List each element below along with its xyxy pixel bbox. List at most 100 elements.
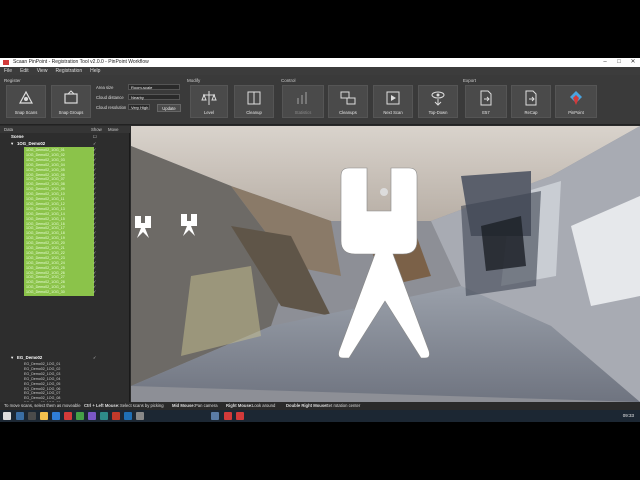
status-ctrl-left-action: Select scans by picking	[120, 403, 164, 408]
column-show: Show	[91, 127, 102, 132]
area-size-select[interactable]: Room-scale	[128, 84, 180, 90]
scan-item[interactable]: 1OG_Demo02_1OG_19	[26, 236, 65, 240]
edge-icon[interactable]	[52, 412, 60, 420]
scan-item[interactable]: 1OG_Demo02_1OG_24	[26, 261, 65, 265]
scan-item[interactable]: EG_Demo02_1OG_06	[24, 387, 60, 391]
scan-item[interactable]: 1OG_Demo02_1OG_20	[26, 241, 65, 245]
app-taskbar-icon[interactable]	[236, 412, 244, 420]
pointcloud-viewport[interactable]	[131, 126, 640, 402]
scan-item[interactable]: 1OG_Demo02_1OG_09	[26, 187, 65, 191]
scan-item[interactable]: 1OG_Demo02_1OG_04	[26, 163, 65, 167]
scan-item[interactable]: 1OG_Demo02_1OG_18	[26, 231, 65, 235]
scan-item[interactable]: 1OG_Demo02_1OG_29	[26, 285, 65, 289]
tree-scene[interactable]: Scene	[11, 134, 24, 139]
cloud-resolution-select[interactable]: Very High	[128, 104, 150, 110]
scan-item[interactable]: 1OG_Demo02_1OG_02	[26, 153, 65, 157]
scan-item[interactable]: 1OG_Demo02_1OG_14	[26, 212, 65, 216]
e57-label: E57	[482, 110, 490, 115]
checkbox-icon[interactable]: ☐	[93, 134, 97, 139]
top-down-button[interactable]: Top-Down	[418, 85, 458, 118]
scan-item[interactable]: 1OG_Demo02_1OG_22	[26, 251, 65, 255]
app-taskbar-icon[interactable]	[224, 412, 232, 420]
scan-item[interactable]: EG_Demo02_1OG_07	[24, 391, 60, 395]
scan-item[interactable]: 1OG_Demo02_1OG_23	[26, 256, 65, 260]
close-icon[interactable]: ✕	[626, 58, 640, 67]
scan-item[interactable]: 1OG_Demo02_1OG_28	[26, 280, 65, 284]
check-icon[interactable]: ✓	[93, 289, 96, 294]
scan-item[interactable]: 1OG_Demo02_1OG_08	[26, 182, 65, 186]
scan-item[interactable]: EG_Demo02_1OG_02	[24, 367, 60, 371]
scan-item[interactable]: 1OG_Demo02_1OG_01	[26, 148, 65, 152]
scan-item[interactable]: 1OG_Demo02_1OG_25	[26, 266, 65, 270]
snap-groups-button[interactable]: Snap Groups	[51, 85, 91, 118]
cloud-distance-select[interactable]: Nearby	[128, 94, 180, 100]
scan-item[interactable]: 1OG_Demo02_1OG_05	[26, 168, 65, 172]
group-expand-icon[interactable]: ▾	[11, 355, 13, 361]
app-taskbar-icon[interactable]	[112, 412, 120, 420]
pinpoint-taskbar-icon[interactable]	[211, 412, 219, 420]
e57-export-button[interactable]: E57	[465, 85, 507, 118]
pinpoint-label: PinPoint	[568, 110, 584, 115]
maximize-icon[interactable]: □	[612, 58, 626, 67]
scan-item[interactable]: 1OG_Demo02_1OG_27	[26, 275, 65, 279]
check-icon[interactable]: ✓	[93, 141, 96, 146]
cleanup-button[interactable]: Cleanup	[234, 85, 274, 118]
pinpoint-export-button[interactable]: PinPoint	[555, 85, 597, 118]
statistics-button[interactable]: Statistics	[282, 85, 324, 118]
scan-item[interactable]: 1OG_Demo02_1OG_17	[26, 226, 65, 230]
app-taskbar-icon[interactable]	[124, 412, 132, 420]
scan-item[interactable]: 1OG_Demo02_1OG_15	[26, 217, 65, 221]
snap-scans-button[interactable]: Snap Scans	[6, 85, 46, 118]
next-scan-button[interactable]: Next Scan	[373, 85, 413, 118]
pinpoint-logo-icon	[570, 91, 582, 105]
scan-item[interactable]: 1OG_Demo02_1OG_11	[26, 197, 65, 201]
scan-item[interactable]: 1OG_Demo02_1OG_10	[26, 192, 65, 196]
app-taskbar-icon[interactable]	[88, 412, 96, 420]
tree-group-1og[interactable]: 1OG_Demo02	[17, 141, 45, 146]
app-taskbar-icon[interactable]	[100, 412, 108, 420]
scan-item[interactable]: 1OG_Demo02_1OG_26	[26, 271, 65, 275]
taskview-icon[interactable]	[28, 412, 36, 420]
menu-help[interactable]: Help	[86, 67, 104, 75]
cleanups-button[interactable]: Cleanups	[328, 85, 368, 118]
cleanup-label: Cleanup	[246, 110, 262, 115]
scan-item[interactable]: 1OG_Demo02_1OG_21	[26, 246, 65, 250]
minimize-icon[interactable]: –	[598, 58, 612, 67]
start-icon[interactable]	[3, 412, 11, 420]
scan-item[interactable]: 1OG_Demo02_1OG_16	[26, 222, 65, 226]
scan-item[interactable]: EG_Demo02_1OG_01	[24, 362, 60, 366]
title-bar: Scaan PinPoint - Registration Tool v2.0.…	[0, 58, 640, 67]
level-button[interactable]: Level	[190, 85, 228, 118]
top-down-label: Top-Down	[428, 110, 448, 115]
tree-group-eg[interactable]: EG_Demo02	[17, 355, 42, 360]
explorer-icon[interactable]	[40, 412, 48, 420]
next-scan-label: Next Scan	[383, 110, 403, 115]
scan-item[interactable]: 1OG_Demo02_1OG_30	[26, 290, 65, 294]
search-icon[interactable]	[16, 412, 24, 420]
group-title-modify: Modify	[187, 78, 201, 83]
menu-edit[interactable]: Edit	[16, 67, 33, 75]
scan-item[interactable]: EG_Demo02_1OG_04	[24, 377, 60, 381]
scan-item[interactable]: EG_Demo02_1OG_05	[24, 382, 60, 386]
app-taskbar-icon[interactable]	[136, 412, 144, 420]
menu-registration[interactable]: Registration	[51, 67, 86, 75]
group-expand-icon[interactable]: ▾	[11, 141, 13, 147]
scan-item[interactable]: 1OG_Demo02_1OG_12	[26, 202, 65, 206]
app-taskbar-icon[interactable]	[76, 412, 84, 420]
export-file-icon	[480, 90, 492, 106]
check-icon[interactable]: ✓	[93, 355, 96, 360]
menu-file[interactable]: File	[0, 67, 16, 75]
scan-item[interactable]: EG_Demo02_1OG_03	[24, 372, 60, 376]
update-button[interactable]: Update	[157, 104, 181, 112]
scan-item[interactable]: 1OG_Demo02_1OG_07	[26, 177, 65, 181]
scan-item[interactable]: 1OG_Demo02_1OG_03	[26, 158, 65, 162]
menu-view[interactable]: View	[33, 67, 52, 75]
scan-item[interactable]: EG_Demo02_1OG_08	[24, 396, 60, 400]
app-taskbar-icon[interactable]	[64, 412, 72, 420]
recap-export-button[interactable]: ReCap	[511, 85, 551, 118]
scan-item[interactable]: 1OG_Demo02_1OG_13	[26, 207, 65, 211]
system-clock: 09:33	[622, 413, 634, 418]
status-double-right-action: Set rotation center	[326, 403, 361, 408]
scan-item[interactable]: 1OG_Demo02_1OG_06	[26, 173, 65, 177]
status-hint: To move scans, select them as moveable	[4, 403, 81, 408]
